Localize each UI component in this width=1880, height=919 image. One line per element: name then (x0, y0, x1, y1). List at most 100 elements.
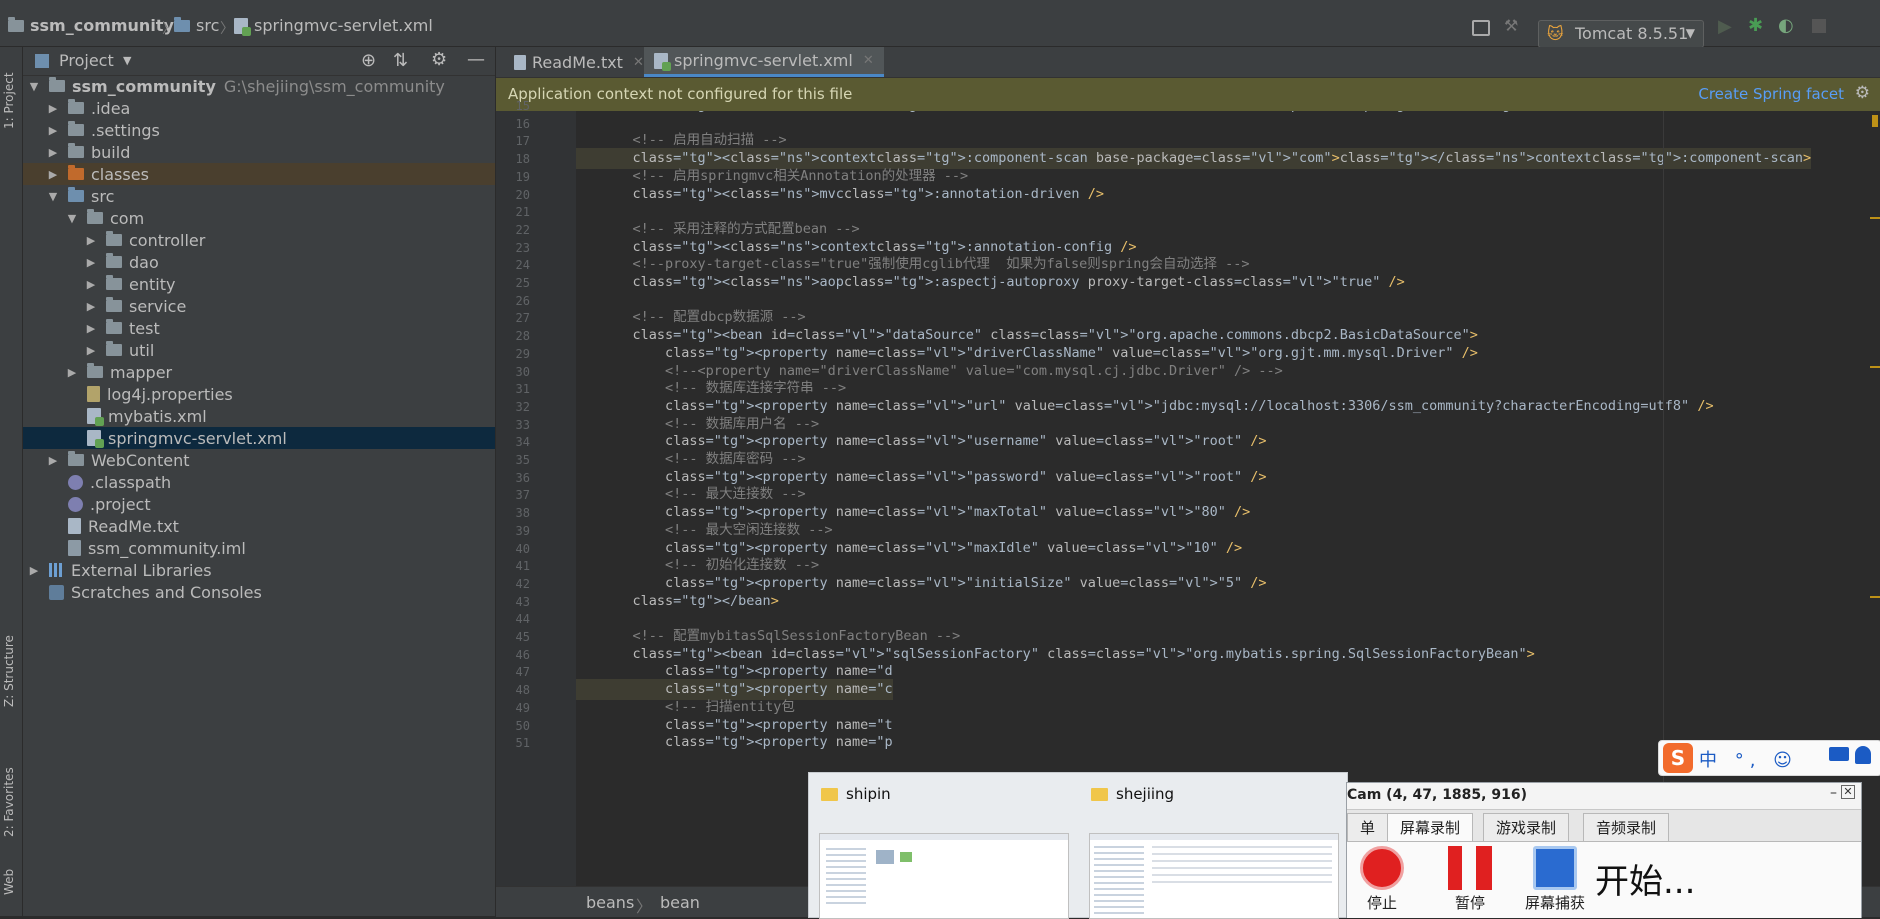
code-line[interactable]: class="tg"><class="ns">aopclass="tg">:as… (576, 272, 1405, 293)
code-line[interactable]: class="tg"><class="ns">mvcclass="tg">:an… (576, 184, 1104, 205)
tree-item-label: entity (129, 274, 176, 294)
warning-marker[interactable] (1872, 115, 1878, 127)
tree-item[interactable]: ▶ controller (23, 229, 495, 251)
tree-item[interactable]: ▼ ssm_community G:\shejiing\ssm_community (23, 75, 495, 97)
tree-item[interactable]: .classpath (23, 471, 495, 493)
line-number: 25 (515, 276, 530, 290)
coverage-icon[interactable]: ◐ (1778, 15, 1794, 36)
window-preview[interactable] (1089, 833, 1339, 919)
recorder-tab-game[interactable]: 游戏录制 (1483, 813, 1570, 842)
nav-crumb-src[interactable]: src (174, 16, 219, 35)
chevron-down-icon[interactable]: ▼ (27, 80, 41, 93)
tree-item[interactable]: ▼ src (23, 185, 495, 207)
tree-item[interactable]: mybatis.xml (23, 405, 495, 427)
tree-item[interactable]: .project (23, 493, 495, 515)
debug-icon[interactable]: ✱ (1748, 15, 1763, 36)
warning-marker[interactable] (1870, 366, 1880, 368)
tree-item[interactable]: ▶ mapper (23, 361, 495, 383)
project-structure-icon[interactable] (1472, 20, 1490, 36)
editor-tab-springmvc[interactable]: springmvc-servlet.xml ✕ (644, 47, 884, 77)
tree-item[interactable]: ▶ .settings (23, 119, 495, 141)
ime-status[interactable]: 中 °, ☺ (1699, 746, 1798, 772)
chevron-right-icon[interactable]: ▶ (84, 234, 98, 247)
tree-item[interactable]: ▶ dao (23, 251, 495, 273)
locate-file-icon[interactable]: ⊕ (361, 50, 376, 71)
recorder-title-bar[interactable]: Cam (4, 47, 1885, 916) – ✕ (1347, 783, 1861, 810)
tree-item[interactable]: ▶ service (23, 295, 495, 317)
recorder-tab-audio[interactable]: 音频录制 (1583, 813, 1670, 842)
code-line[interactable]: class="tg"><class="ns">mvcclass="tg">:an… (576, 111, 1608, 116)
ime-toolbar[interactable]: S 中 °, ☺ (1658, 740, 1880, 776)
tree-item[interactable]: ▼ com (23, 207, 495, 229)
tree-item[interactable]: springmvc-servlet.xml (23, 427, 495, 449)
tree-item[interactable]: ▶ .idea (23, 97, 495, 119)
code-line[interactable]: class="tg"></bean> (576, 591, 779, 612)
chevron-right-icon[interactable]: ▶ (65, 366, 79, 379)
chevron-right-icon[interactable]: ▶ (46, 124, 60, 137)
warning-marker[interactable] (1870, 217, 1880, 219)
pause-button[interactable]: 暂停 (1435, 846, 1505, 913)
gear-icon[interactable]: ⚙ (431, 49, 447, 70)
run-icon[interactable]: ▶ (1718, 16, 1732, 37)
user-icon[interactable] (1855, 746, 1871, 764)
start-recording-label[interactable]: 开始... (1595, 854, 1695, 903)
project-panel-title[interactable]: Project (59, 51, 114, 70)
chevron-right-icon[interactable]: ▶ (84, 300, 98, 313)
tree-item[interactable]: Scratches and Consoles (23, 581, 495, 603)
thumbnail-shejiing[interactable]: shejiing (1079, 773, 1339, 919)
monitor-icon (1533, 846, 1577, 890)
chevron-down-icon[interactable]: ▼ (46, 190, 60, 203)
minimize-icon[interactable]: – (1830, 785, 1837, 801)
close-icon[interactable]: ✕ (863, 53, 874, 68)
chevron-right-icon[interactable]: ▶ (46, 146, 60, 159)
chevron-right-icon[interactable]: ▶ (27, 564, 41, 577)
project-tool-tab[interactable]: 1: Project (2, 55, 16, 129)
tree-item[interactable]: ▶ build (23, 141, 495, 163)
close-icon[interactable]: ✕ (1841, 785, 1855, 799)
window-preview[interactable] (819, 833, 1069, 919)
editor-gutter[interactable]: 15 16 17 18 19 20 21 22 23 24 25 26 27 28 29 30 31 32 33 34… (496, 99, 576, 886)
tree-item[interactable]: ▶ entity (23, 273, 495, 295)
tree-item[interactable]: ▶ WebContent (23, 449, 495, 471)
nav-crumb-project[interactable]: ssm_community (8, 16, 174, 35)
chevron-down-icon[interactable]: ▼ (65, 212, 79, 225)
tree-item[interactable]: ▶ classes (23, 163, 495, 185)
create-spring-facet-link[interactable]: Create Spring facet (1698, 85, 1844, 103)
tree-item[interactable]: ▶ util (23, 339, 495, 361)
tree-item[interactable]: ▶ External Libraries (23, 559, 495, 581)
chevron-right-icon[interactable]: ▶ (84, 278, 98, 291)
chevron-right-icon[interactable]: ▶ (46, 102, 60, 115)
hide-panel-icon[interactable]: — (467, 49, 485, 70)
stop-button[interactable]: 停止 (1347, 846, 1417, 913)
tree-item[interactable]: log4j.properties (23, 383, 495, 405)
gear-icon[interactable]: ⚙ (1855, 83, 1870, 103)
tree-item[interactable]: ReadMe.txt (23, 515, 495, 537)
recorder-tab[interactable]: 单 (1347, 813, 1389, 842)
chevron-right-icon[interactable]: ▶ (84, 344, 98, 357)
breadcrumb-item[interactable]: beans (586, 893, 634, 912)
chevron-right-icon[interactable]: ▶ (84, 322, 98, 335)
thumbnail-shipin[interactable]: shipin (809, 773, 1069, 919)
chevron-right-icon[interactable]: ▶ (46, 168, 60, 181)
build-hammer-icon[interactable]: ⚒ (1504, 16, 1522, 35)
editor-tab-readme[interactable]: ReadMe.txt ✕ (504, 47, 654, 77)
web-tool-tab[interactable]: Web (2, 855, 16, 895)
keyboard-icon[interactable] (1829, 747, 1849, 761)
chevron-down-icon[interactable]: ▼ (123, 54, 131, 67)
structure-tool-tab[interactable]: Z: Structure (2, 607, 16, 707)
recorder-tab-screen[interactable]: 屏幕录制 (1387, 813, 1474, 842)
tree-item[interactable]: ▶ test (23, 317, 495, 339)
chevron-right-icon[interactable]: ▶ (46, 454, 60, 467)
collapse-all-icon[interactable]: ⇅ (393, 50, 408, 71)
breadcrumb-item[interactable]: bean (660, 893, 700, 912)
tree-item[interactable]: ssm_community.iml (23, 537, 495, 559)
code-line[interactable]: class="tg"><property name="p (576, 732, 893, 753)
favorites-tool-tab[interactable]: 2: Favorites (2, 737, 16, 837)
warning-marker[interactable] (1870, 596, 1880, 598)
nav-crumb-file[interactable]: springmvc-servlet.xml (234, 16, 433, 36)
stop-icon[interactable] (1812, 19, 1826, 33)
close-icon[interactable]: ✕ (633, 55, 644, 70)
screen-capture-button[interactable]: 屏幕捕获 (1515, 846, 1595, 913)
chevron-right-icon[interactable]: ▶ (84, 256, 98, 269)
run-configuration-dropdown[interactable]: 🐱 Tomcat 8.5.51 ▼ (1538, 20, 1704, 48)
